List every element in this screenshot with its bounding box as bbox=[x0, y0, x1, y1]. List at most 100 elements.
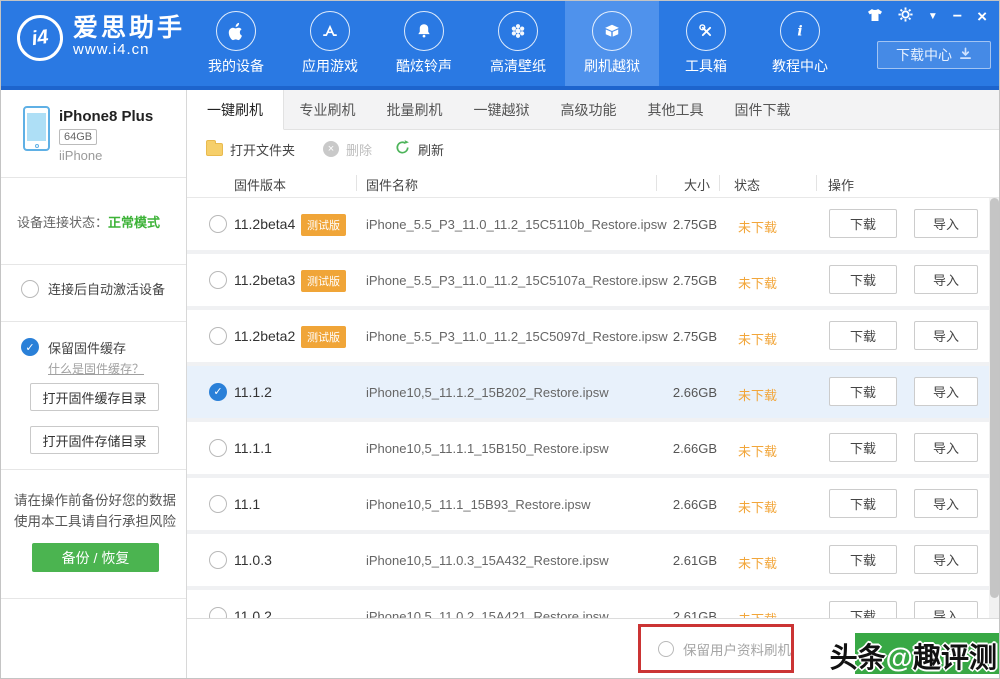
nav-item-tutorials[interactable]: i 教程中心 bbox=[753, 1, 847, 86]
minimize-icon[interactable]: − bbox=[953, 9, 962, 25]
row-radio[interactable] bbox=[209, 495, 227, 513]
row-radio[interactable] bbox=[209, 607, 227, 618]
nav-item-toolbox[interactable]: 工具箱 bbox=[659, 1, 753, 86]
firmware-table-row[interactable]: 11.1.1 iPhone10,5_11.1.1_15B150_Restore.… bbox=[187, 422, 1000, 474]
download-button[interactable]: 下载 bbox=[829, 209, 897, 238]
column-firmware-version: 固件版本 bbox=[234, 175, 286, 194]
tab-one-click-flash[interactable]: 一键刷机 bbox=[187, 90, 284, 130]
open-cache-dir-button[interactable]: 打开固件缓存目录 bbox=[30, 383, 159, 411]
download-button[interactable]: 下载 bbox=[829, 377, 897, 406]
firmware-table-row[interactable]: 11.0.3 iPhone10,5_11.0.3_15A432_Restore.… bbox=[187, 534, 1000, 586]
import-button[interactable]: 导入 bbox=[914, 489, 978, 518]
import-button[interactable]: 导入 bbox=[914, 209, 978, 238]
firmware-status: 未下载 bbox=[738, 329, 777, 348]
firmware-table-row[interactable]: 11.1 iPhone10,5_11.1_15B93_Restore.ipsw … bbox=[187, 478, 1000, 530]
import-button[interactable]: 导入 bbox=[914, 321, 978, 350]
row-radio[interactable] bbox=[209, 383, 227, 401]
bell-icon bbox=[404, 11, 444, 51]
tab-firmware-download[interactable]: 固件下载 bbox=[719, 90, 806, 129]
firmware-table-row[interactable]: 11.2beta4 测试版 iPhone_5.5_P3_11.0_11.2_15… bbox=[187, 198, 1000, 250]
firmware-size: 2.66GB bbox=[637, 385, 717, 400]
firmware-size: 2.75GB bbox=[637, 273, 717, 288]
cache-help-link[interactable]: 什么是固件缓存？ bbox=[48, 360, 144, 377]
import-button[interactable]: 导入 bbox=[914, 265, 978, 294]
nav-item-ringtones[interactable]: 酷炫铃声 bbox=[377, 1, 471, 86]
apple-icon bbox=[216, 11, 256, 51]
firmware-status: 未下载 bbox=[738, 497, 777, 516]
row-radio[interactable] bbox=[209, 327, 227, 345]
tab-one-click-jailbreak[interactable]: 一键越狱 bbox=[458, 90, 545, 129]
main-nav: 我的设备 应用游戏 酷炫铃声 高清壁纸 bbox=[189, 1, 847, 86]
keep-user-data-label: 保留用户资料刷机 bbox=[683, 639, 791, 659]
firmware-version: 11.1.2 bbox=[234, 384, 272, 400]
firmware-status: 未下载 bbox=[738, 609, 777, 618]
firmware-filename: iPhone10,5_11.1_15B93_Restore.ipsw bbox=[366, 497, 591, 512]
window-controls: ▼ − × bbox=[867, 7, 987, 26]
download-button[interactable]: 下载 bbox=[829, 265, 897, 294]
refresh-icon bbox=[394, 139, 411, 159]
open-folder-button[interactable]: 打开文件夹 bbox=[206, 140, 295, 159]
open-storage-dir-button[interactable]: 打开固件存储目录 bbox=[30, 426, 159, 454]
firmware-status: 未下载 bbox=[738, 553, 777, 572]
auto-activate-radio[interactable] bbox=[21, 280, 39, 298]
vertical-scrollbar bbox=[989, 198, 1000, 618]
firmware-filename: iPhone_5.5_P3_11.0_11.2_15C5097d_Restore… bbox=[366, 329, 668, 344]
firmware-version: 11.2beta2 bbox=[234, 328, 295, 344]
import-button[interactable]: 导入 bbox=[914, 433, 978, 462]
tab-other-tools[interactable]: 其他工具 bbox=[632, 90, 719, 129]
flower-icon bbox=[498, 11, 538, 51]
download-button[interactable]: 下载 bbox=[829, 601, 897, 618]
download-button[interactable]: 下载 bbox=[829, 489, 897, 518]
device-capacity-badge: 64GB bbox=[59, 129, 97, 145]
firmware-table-row[interactable]: 11.1.2 iPhone10,5_11.1.2_15B202_Restore.… bbox=[187, 366, 1000, 418]
tab-advanced[interactable]: 高级功能 bbox=[545, 90, 632, 129]
backup-restore-button[interactable]: 备份 / 恢复 bbox=[32, 543, 159, 572]
device-name: iPhone8 Plus bbox=[59, 108, 153, 125]
tab-batch-flash[interactable]: 批量刷机 bbox=[371, 90, 458, 129]
nav-item-apps-games[interactable]: 应用游戏 bbox=[283, 1, 377, 86]
delete-button[interactable]: 删除 bbox=[323, 140, 372, 159]
download-center-button[interactable]: 下载中心 bbox=[877, 41, 991, 69]
download-button[interactable]: 下载 bbox=[829, 433, 897, 462]
nav-item-wallpapers[interactable]: 高清壁纸 bbox=[471, 1, 565, 86]
row-radio[interactable] bbox=[209, 271, 227, 289]
delete-icon bbox=[323, 141, 339, 157]
tab-bar: 一键刷机 专业刷机 批量刷机 一键越狱 高级功能 其他工具 固件下载 bbox=[187, 90, 1000, 130]
firmware-version: 11.2beta3 bbox=[234, 272, 295, 288]
row-radio[interactable] bbox=[209, 215, 227, 233]
close-icon[interactable]: × bbox=[977, 9, 987, 25]
appstore-icon bbox=[310, 11, 350, 51]
scrollbar-thumb[interactable] bbox=[990, 198, 999, 598]
nav-item-my-device[interactable]: 我的设备 bbox=[189, 1, 283, 86]
keep-user-data-radio[interactable] bbox=[658, 641, 674, 657]
firmware-status: 未下载 bbox=[738, 273, 777, 292]
firmware-filename: iPhone_5.5_P3_11.0_11.2_15C5107a_Restore… bbox=[366, 273, 668, 288]
app-url: www.i4.cn bbox=[73, 41, 185, 58]
auto-activate-option[interactable]: 连接后自动激活设备 bbox=[21, 279, 165, 298]
column-size: 大小 bbox=[684, 175, 710, 194]
firmware-status: 未下载 bbox=[738, 441, 777, 460]
firmware-size: 2.75GB bbox=[637, 217, 717, 232]
keep-cache-option[interactable]: 保留固件缓存 bbox=[21, 338, 126, 357]
import-button[interactable]: 导入 bbox=[914, 377, 978, 406]
firmware-version: 11.1.1 bbox=[234, 440, 272, 456]
chevron-down-icon[interactable]: ▼ bbox=[928, 9, 938, 25]
import-button[interactable]: 导入 bbox=[914, 545, 978, 574]
keep-cache-checkbox[interactable] bbox=[21, 338, 39, 356]
gear-icon[interactable] bbox=[898, 7, 913, 26]
nav-item-flash-jailbreak[interactable]: 刷机越狱 bbox=[565, 1, 659, 86]
firmware-table-row[interactable]: 11.2beta2 测试版 iPhone_5.5_P3_11.0_11.2_15… bbox=[187, 310, 1000, 362]
import-button[interactable]: 导入 bbox=[914, 601, 978, 618]
firmware-filename: iPhone10,5_11.0.2_15A421_Restore.ipsw bbox=[366, 609, 609, 618]
firmware-table-row[interactable]: 11.2beta3 测试版 iPhone_5.5_P3_11.0_11.2_15… bbox=[187, 254, 1000, 306]
firmware-table-row[interactable]: 11.0.2 iPhone10,5_11.0.2_15A421_Restore.… bbox=[187, 590, 1000, 618]
shirt-skin-icon[interactable] bbox=[867, 8, 883, 26]
tab-pro-flash[interactable]: 专业刷机 bbox=[284, 90, 371, 129]
row-radio[interactable] bbox=[209, 551, 227, 569]
refresh-button[interactable]: 刷新 bbox=[394, 139, 444, 159]
download-button[interactable]: 下载 bbox=[829, 321, 897, 350]
firmware-filename: iPhone10,5_11.1.1_15B150_Restore.ipsw bbox=[366, 441, 609, 456]
backup-warning-text: 请在操作前备份好您的数据 使用本工具请自行承担风险 bbox=[14, 490, 176, 532]
row-radio[interactable] bbox=[209, 439, 227, 457]
download-button[interactable]: 下载 bbox=[829, 545, 897, 574]
